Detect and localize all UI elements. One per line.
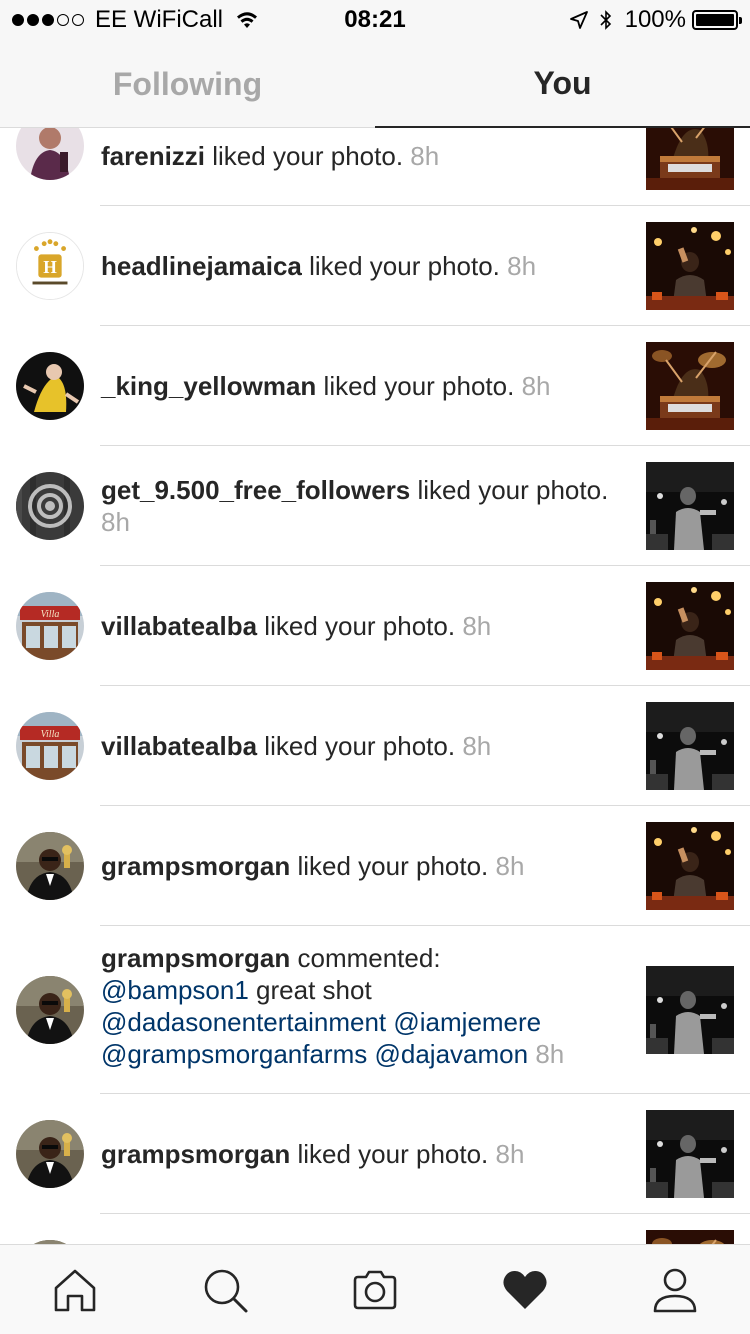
nav-home-button[interactable] bbox=[0, 1245, 150, 1334]
activity-row[interactable] bbox=[0, 1214, 750, 1244]
user-avatar[interactable] bbox=[16, 352, 84, 420]
user-avatar[interactable] bbox=[16, 472, 84, 540]
activity-text: grampsmorgan liked your photo. 8h bbox=[101, 1138, 626, 1170]
photo-thumbnail[interactable] bbox=[646, 222, 734, 310]
activity-time: 8h bbox=[507, 251, 537, 281]
bottom-tab-bar bbox=[0, 1244, 750, 1334]
activity-time: 8h bbox=[410, 141, 440, 171]
username-link[interactable]: grampsmorgan bbox=[101, 851, 290, 881]
user-avatar[interactable] bbox=[16, 1120, 84, 1188]
activity-time: 8h bbox=[462, 611, 492, 641]
activity-action: commented: bbox=[290, 943, 441, 973]
status-bar: EE WiFiCall 08:21 100% bbox=[0, 0, 750, 40]
activity-action: liked your photo. bbox=[316, 371, 515, 401]
activity-text: _king_yellowman liked your photo. 8h bbox=[101, 370, 626, 402]
username-link[interactable]: villabatealba bbox=[101, 611, 257, 641]
activity-action: liked your photo. bbox=[257, 611, 456, 641]
search-icon bbox=[204, 1269, 248, 1313]
nav-activity-button[interactable] bbox=[450, 1245, 600, 1334]
user-avatar[interactable] bbox=[16, 592, 84, 660]
mention-link[interactable]: @bampson1 bbox=[101, 975, 249, 1005]
activity-row[interactable]: villabatealba liked your photo. 8h bbox=[0, 566, 750, 686]
user-avatar[interactable] bbox=[16, 712, 84, 780]
nav-camera-button[interactable] bbox=[300, 1245, 450, 1334]
activity-text: villabatealba liked your photo. 8h bbox=[101, 730, 626, 762]
activity-row[interactable]: H headlinejamaica liked your photo. 8h bbox=[0, 206, 750, 326]
photo-thumbnail[interactable] bbox=[646, 128, 734, 190]
activity-action: liked your photo. bbox=[410, 475, 609, 505]
activity-time: 8h bbox=[521, 371, 551, 401]
photo-thumbnail[interactable] bbox=[646, 582, 734, 670]
activity-action: liked your photo. bbox=[301, 251, 500, 281]
battery-percent: 100% bbox=[624, 6, 686, 33]
photo-thumbnail[interactable] bbox=[646, 462, 734, 550]
activity-tabs: Following You bbox=[0, 40, 750, 128]
bluetooth-icon bbox=[600, 10, 611, 30]
svg-text:H: H bbox=[43, 257, 57, 277]
activity-row[interactable]: _king_yellowman liked your photo. 8h bbox=[0, 326, 750, 446]
activity-text: grampsmorgan commented: @bampson1 great … bbox=[101, 942, 626, 1070]
tab-following[interactable]: Following bbox=[0, 40, 375, 128]
activity-row[interactable]: grampsmorgan liked your photo. 8h bbox=[0, 806, 750, 926]
tab-you[interactable]: You bbox=[375, 40, 750, 128]
activity-text: villabatealba liked your photo. 8h bbox=[101, 610, 626, 642]
mention-link[interactable]: @dajavamon bbox=[374, 1039, 528, 1069]
photo-thumbnail[interactable] bbox=[646, 1230, 734, 1244]
username-link[interactable]: grampsmorgan bbox=[101, 1139, 290, 1169]
photo-thumbnail[interactable] bbox=[646, 966, 734, 1054]
battery-icon bbox=[692, 10, 742, 30]
profile-icon bbox=[653, 1268, 697, 1313]
nav-search-button[interactable] bbox=[150, 1245, 300, 1334]
activity-row[interactable]: farenizzi liked your photo. 8h bbox=[0, 128, 750, 206]
user-avatar[interactable] bbox=[16, 128, 84, 180]
photo-thumbnail[interactable] bbox=[646, 342, 734, 430]
activity-row[interactable]: get_9.500_free_followers liked your phot… bbox=[0, 446, 750, 566]
mention-link[interactable]: @iamjemere bbox=[393, 1007, 541, 1037]
activity-text: grampsmorgan liked your photo. 8h bbox=[101, 850, 626, 882]
username-link[interactable]: _king_yellowman bbox=[101, 371, 316, 401]
activity-action: liked your photo. bbox=[257, 731, 456, 761]
activity-row-comment[interactable]: grampsmorgan commented: @bampson1 great … bbox=[0, 926, 750, 1094]
status-right: 100% bbox=[569, 6, 742, 34]
nav-profile-button[interactable] bbox=[600, 1245, 750, 1334]
user-avatar[interactable]: H bbox=[16, 232, 84, 300]
photo-thumbnail[interactable] bbox=[646, 822, 734, 910]
photo-thumbnail[interactable] bbox=[646, 1110, 734, 1198]
heart-icon bbox=[503, 1271, 547, 1309]
photo-thumbnail[interactable] bbox=[646, 702, 734, 790]
activity-time: 8h bbox=[101, 507, 130, 537]
camera-icon bbox=[353, 1270, 397, 1310]
activity-time: 8h bbox=[535, 1039, 565, 1069]
home-icon bbox=[54, 1269, 96, 1312]
activity-row[interactable]: grampsmorgan liked your photo. 8h bbox=[0, 1094, 750, 1214]
username-link[interactable]: villabatealba bbox=[101, 731, 257, 761]
username-link[interactable]: farenizzi bbox=[101, 141, 205, 171]
activity-action: liked your photo. bbox=[290, 851, 489, 881]
username-link[interactable]: grampsmorgan bbox=[101, 943, 290, 973]
username-link[interactable]: headlinejamaica bbox=[101, 251, 302, 281]
activity-text: get_9.500_free_followers liked your phot… bbox=[101, 474, 626, 538]
username-link[interactable]: get_9.500_free_followers bbox=[101, 475, 410, 505]
activity-time: 8h bbox=[495, 851, 525, 881]
location-arrow-icon bbox=[569, 11, 588, 29]
activity-row[interactable]: villabatealba liked your photo. 8h bbox=[0, 686, 750, 806]
activity-action: liked your photo. bbox=[205, 141, 404, 171]
activity-list: farenizzi liked your photo. 8h H headlin… bbox=[0, 128, 750, 1244]
activity-time: 8h bbox=[462, 731, 492, 761]
activity-text: headlinejamaica liked your photo. 8h bbox=[101, 250, 626, 282]
activity-text: farenizzi liked your photo. 8h bbox=[101, 140, 626, 172]
mention-link[interactable]: @dadasonentertainment bbox=[101, 1007, 386, 1037]
activity-action: liked your photo. bbox=[290, 1139, 489, 1169]
comment-text: great shot bbox=[248, 975, 372, 1005]
mention-link[interactable]: @grampsmorganfarms bbox=[101, 1039, 367, 1069]
activity-time: 8h bbox=[495, 1139, 525, 1169]
user-avatar[interactable] bbox=[16, 832, 84, 900]
user-avatar[interactable] bbox=[16, 976, 84, 1044]
